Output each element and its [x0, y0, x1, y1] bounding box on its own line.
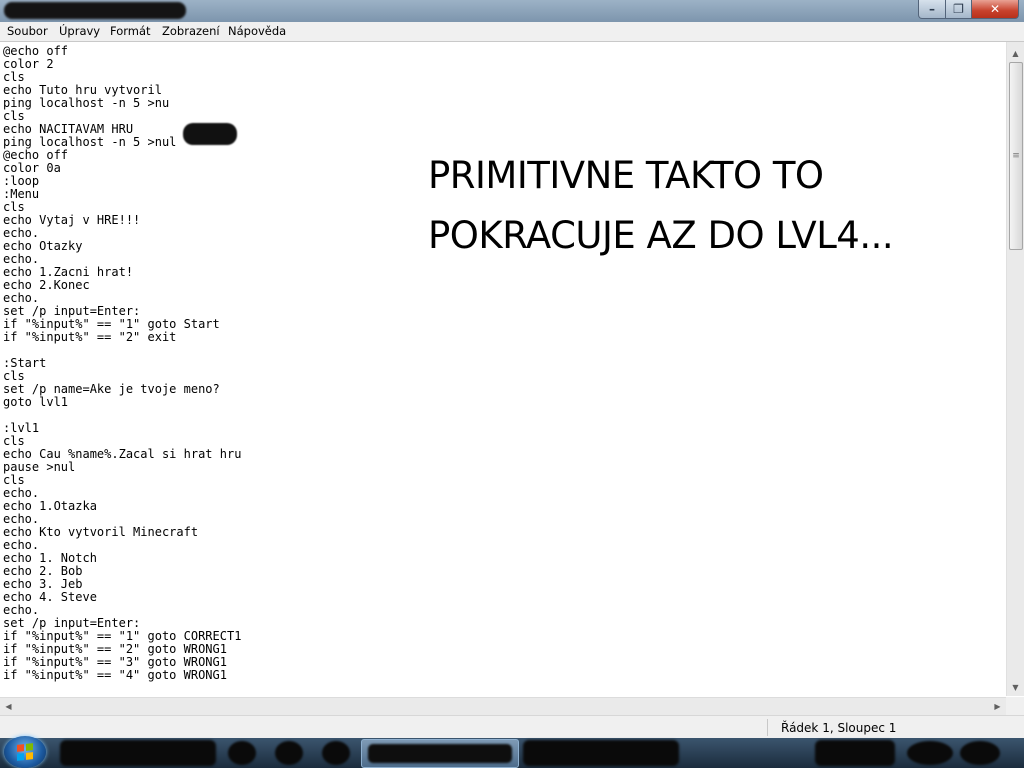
annotation-line-2: POKRACUJE AZ DO LVL4... [428, 214, 894, 257]
show-desktop-redacted[interactable] [960, 741, 1000, 765]
code-line[interactable]: :Menu [3, 188, 241, 201]
text-editor[interactable]: @echo off color 2 cls echo Tuto hru vytvori… [0, 41, 1024, 698]
maximize-button[interactable]: ❐ [945, 0, 972, 19]
code-line[interactable]: :lvl1 [3, 422, 241, 435]
menu-file[interactable]: Soubor [7, 24, 48, 38]
tray-clock-redacted[interactable] [907, 741, 953, 765]
scroll-left-icon[interactable]: ◀ [0, 698, 17, 715]
taskbar-item-redacted-1[interactable] [60, 740, 216, 766]
taskbar [0, 736, 1024, 768]
annotation-line-1: PRIMITIVNE TAKTO TO [428, 154, 824, 197]
taskbar-item-active[interactable] [361, 739, 519, 768]
scroll-right-icon[interactable]: ▶ [989, 698, 1006, 715]
minimize-button[interactable]: – [918, 0, 946, 19]
code-line[interactable]: if "%input%" == "2" exit [3, 331, 241, 344]
scroll-down-icon[interactable]: ▼ [1007, 679, 1024, 696]
redacted-window-title [4, 2, 186, 19]
code-line[interactable]: goto lvl1 [3, 396, 241, 409]
grip-icon: ≡ [1012, 151, 1020, 161]
code-line[interactable]: pause >nul [3, 461, 241, 474]
menu-help[interactable]: Nápověda [228, 24, 286, 38]
vertical-scrollbar[interactable]: ▲ ≡ ▼ [1006, 42, 1024, 696]
taskbar-item-active-label-redacted [368, 744, 512, 763]
code-line[interactable]: if "%input%" == "4" goto WRONG1 [3, 669, 241, 682]
menu-bar: Soubor Úpravy Formát Zobrazení Nápověda [0, 22, 1024, 42]
scroll-thumb[interactable]: ≡ [1009, 62, 1023, 250]
menu-format[interactable]: Formát [110, 24, 151, 38]
start-button[interactable] [4, 736, 46, 768]
code-line[interactable]: ping localhost -n 5 >nu [3, 97, 241, 110]
horizontal-scrollbar[interactable]: ◀ ▶ [0, 697, 1006, 715]
title-bar: – ❐ ✕ [0, 0, 1024, 22]
tray-icons-redacted[interactable] [815, 740, 895, 766]
code-line[interactable]: color 2 [3, 58, 241, 71]
cursor-position: Řádek 1, Sloupec 1 [781, 721, 897, 735]
menu-view[interactable]: Zobrazení [162, 24, 220, 38]
annotation-text: PRIMITIVNE TAKTO TO POKRACUJE AZ DO LVL4… [428, 146, 894, 266]
close-button[interactable]: ✕ [971, 0, 1019, 19]
taskbar-item-redacted-2[interactable] [523, 740, 679, 766]
taskbar-pinned-redacted-1[interactable] [228, 741, 256, 765]
menu-edit[interactable]: Úpravy [59, 24, 100, 38]
status-bar: Řádek 1, Sloupec 1 [0, 715, 1024, 739]
taskbar-pinned-redacted-3[interactable] [322, 741, 350, 765]
status-divider [767, 719, 768, 736]
scroll-up-icon[interactable]: ▲ [1007, 45, 1024, 62]
code-line[interactable]: :Start [3, 357, 241, 370]
redacted-author-name [183, 123, 237, 145]
scrollbar-corner [1006, 697, 1024, 715]
windows-start-icon [17, 743, 33, 761]
taskbar-pinned-redacted-2[interactable] [275, 741, 303, 765]
